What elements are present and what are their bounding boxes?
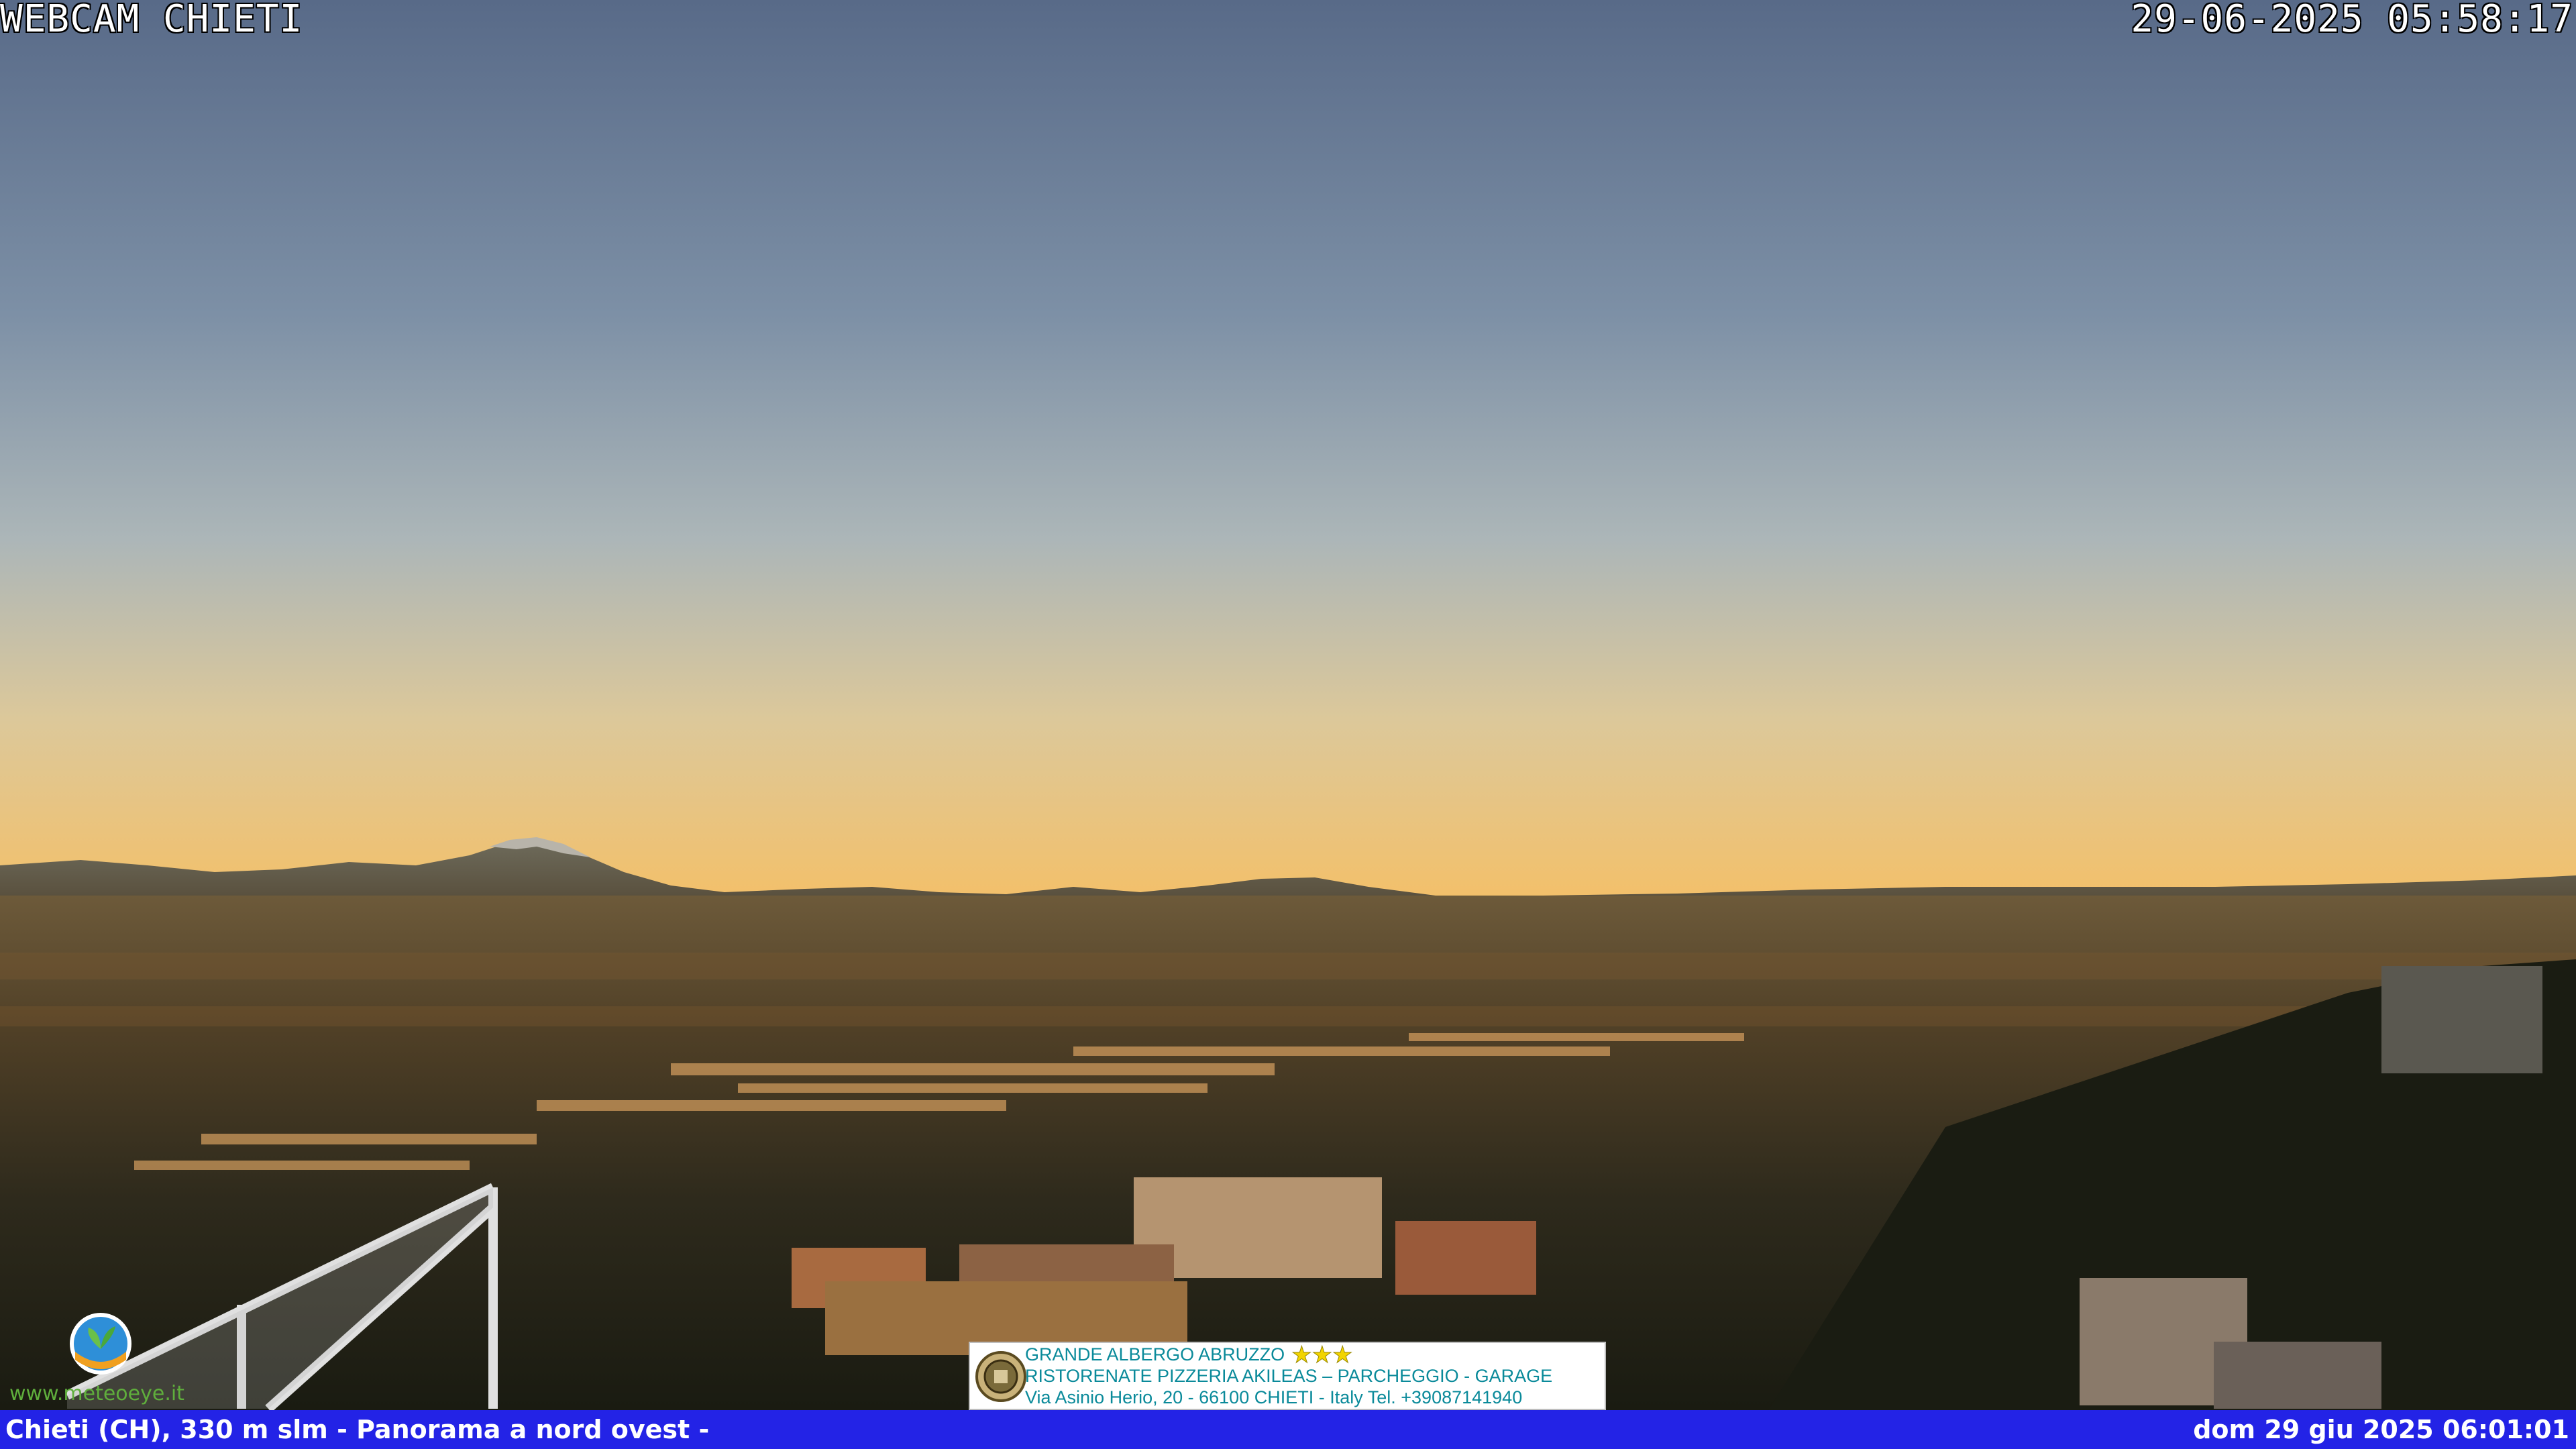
capture-datetime: dom 29 giu 2025 06:01:01 — [2193, 1415, 2569, 1444]
webcam-title: WEBCAM CHIETI — [0, 0, 303, 41]
info-bar: Chieti (CH), 330 m slm - Panorama a nord… — [0, 1410, 2576, 1449]
ad-line-address: Via Asinio Herio, 20 - 66100 CHIETI - It… — [1025, 1387, 1523, 1407]
crest-icon — [975, 1351, 1026, 1402]
field-band — [0, 1006, 2576, 1026]
meteo-logo-icon — [70, 1313, 131, 1375]
ad-hotel-name: GRANDE ALBERGO ABRUZZO — [1025, 1344, 1285, 1364]
hotel-ad-banner[interactable]: GRANDE ALBERGO ABRUZZO ★★★ RISTORENATE PI… — [969, 1342, 1606, 1410]
ad-stars: ★★★ — [1291, 1342, 1353, 1368]
ad-line-restaurant: RISTORENATE PIZZERIA AKILEAS – PARCHEGGI… — [1025, 1366, 1553, 1386]
sky — [0, 0, 2576, 899]
location-label: Chieti (CH), 330 m slm - Panorama a nord… — [5, 1415, 710, 1444]
camera-timestamp: 29-06-2025 05:58:17 — [2131, 0, 2573, 41]
logo-website-text: www.meteoeye.it — [9, 1382, 184, 1405]
webcam-scene — [0, 0, 2576, 1449]
field-band — [0, 953, 2576, 979]
ad-line-hotel: GRANDE ALBERGO ABRUZZO ★★★ — [1025, 1342, 1353, 1368]
